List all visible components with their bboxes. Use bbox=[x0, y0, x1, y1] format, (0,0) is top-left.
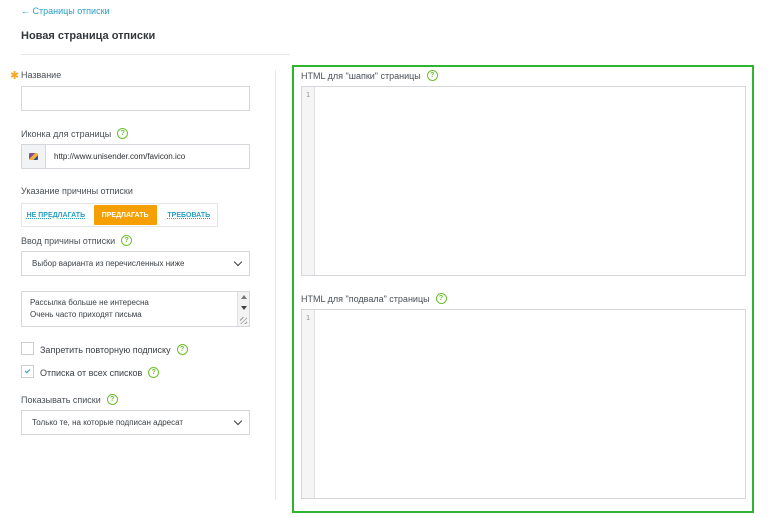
favicon-preview bbox=[22, 145, 46, 168]
help-icon[interactable]: ? bbox=[426, 70, 438, 81]
icon-label: Иконка для страницы ? bbox=[21, 128, 129, 139]
help-icon[interactable]: ? bbox=[148, 367, 160, 378]
footer-html-label: HTML для "подвала" страницы ? bbox=[301, 293, 447, 304]
header-html-editor[interactable]: 1 bbox=[301, 86, 746, 276]
forbid-resubscribe-label: Запретить повторную подписку ? bbox=[40, 344, 188, 355]
favicon-icon bbox=[29, 153, 38, 160]
back-link-unsubscribe-pages[interactable]: ← Страницы отписки bbox=[21, 6, 110, 16]
unsubscribe-all-checkbox[interactable] bbox=[21, 365, 34, 378]
help-icon[interactable]: ? bbox=[121, 235, 133, 246]
help-icon[interactable]: ? bbox=[117, 128, 129, 139]
reason-item: Рассылка больше не интересна bbox=[30, 298, 149, 307]
scrollbar[interactable] bbox=[237, 292, 249, 326]
help-icon[interactable]: ? bbox=[106, 394, 118, 405]
help-icon[interactable]: ? bbox=[176, 344, 188, 355]
reason-mode-label: Указание причины отписки bbox=[21, 186, 133, 196]
name-input[interactable] bbox=[21, 86, 250, 111]
line-number: 1 bbox=[305, 91, 311, 99]
line-number-gutter: 1 bbox=[302, 87, 315, 275]
reason-mode-dont-offer[interactable]: НЕ ПРЕДЛАГАТЬ bbox=[22, 204, 90, 226]
reason-mode-require[interactable]: ТРЕБОВАТЬ bbox=[161, 204, 217, 226]
scroll-up-icon[interactable] bbox=[241, 295, 247, 299]
unsubscribe-all-label: Отписка от всех списков ? bbox=[40, 367, 160, 378]
scroll-down-icon[interactable] bbox=[241, 306, 247, 310]
reason-mode-segmented-control: НЕ ПРЕДЛАГАТЬ ПРЕДЛАГАТЬ ТРЕБОВАТЬ bbox=[21, 203, 218, 227]
reason-item: Очень часто приходят письма bbox=[30, 310, 142, 319]
show-lists-label: Показывать списки ? bbox=[21, 394, 118, 405]
reasons-textarea[interactable]: Рассылка больше не интересна Очень часто… bbox=[21, 291, 250, 327]
reason-input-label: Ввод причины отписки ? bbox=[21, 235, 133, 246]
name-label: Название bbox=[21, 70, 62, 80]
reason-input-select[interactable]: Выбор варианта из перечисленных ниже bbox=[21, 251, 250, 276]
show-lists-select[interactable]: Только те, на которые подписан адресат bbox=[21, 410, 250, 435]
icon-url-field[interactable]: http://www.unisender.com/favicon.ico bbox=[21, 144, 250, 169]
help-icon[interactable]: ? bbox=[435, 293, 447, 304]
chevron-down-icon bbox=[233, 257, 243, 266]
line-number: 1 bbox=[305, 314, 311, 322]
required-asterisk-icon: ✱ bbox=[10, 70, 20, 82]
header-html-code-area[interactable] bbox=[316, 87, 745, 275]
resize-grip-icon[interactable] bbox=[240, 317, 247, 324]
icon-url-input[interactable]: http://www.unisender.com/favicon.ico bbox=[46, 145, 249, 168]
forbid-resubscribe-checkbox[interactable] bbox=[21, 342, 34, 355]
show-lists-select-value: Только те, на которые подписан адресат bbox=[32, 418, 184, 427]
footer-html-editor[interactable]: 1 bbox=[301, 309, 746, 499]
chevron-down-icon bbox=[233, 416, 243, 425]
reason-input-select-value: Выбор варианта из перечисленных ниже bbox=[32, 259, 185, 268]
header-divider bbox=[21, 54, 290, 55]
column-divider bbox=[275, 70, 276, 500]
line-number-gutter: 1 bbox=[302, 310, 315, 498]
page-title: Новая страница отписки bbox=[21, 30, 156, 42]
reason-mode-offer[interactable]: ПРЕДЛАГАТЬ bbox=[93, 205, 157, 225]
footer-html-code-area[interactable] bbox=[316, 310, 745, 498]
header-html-label: HTML для "шапки" страницы ? bbox=[301, 70, 438, 81]
